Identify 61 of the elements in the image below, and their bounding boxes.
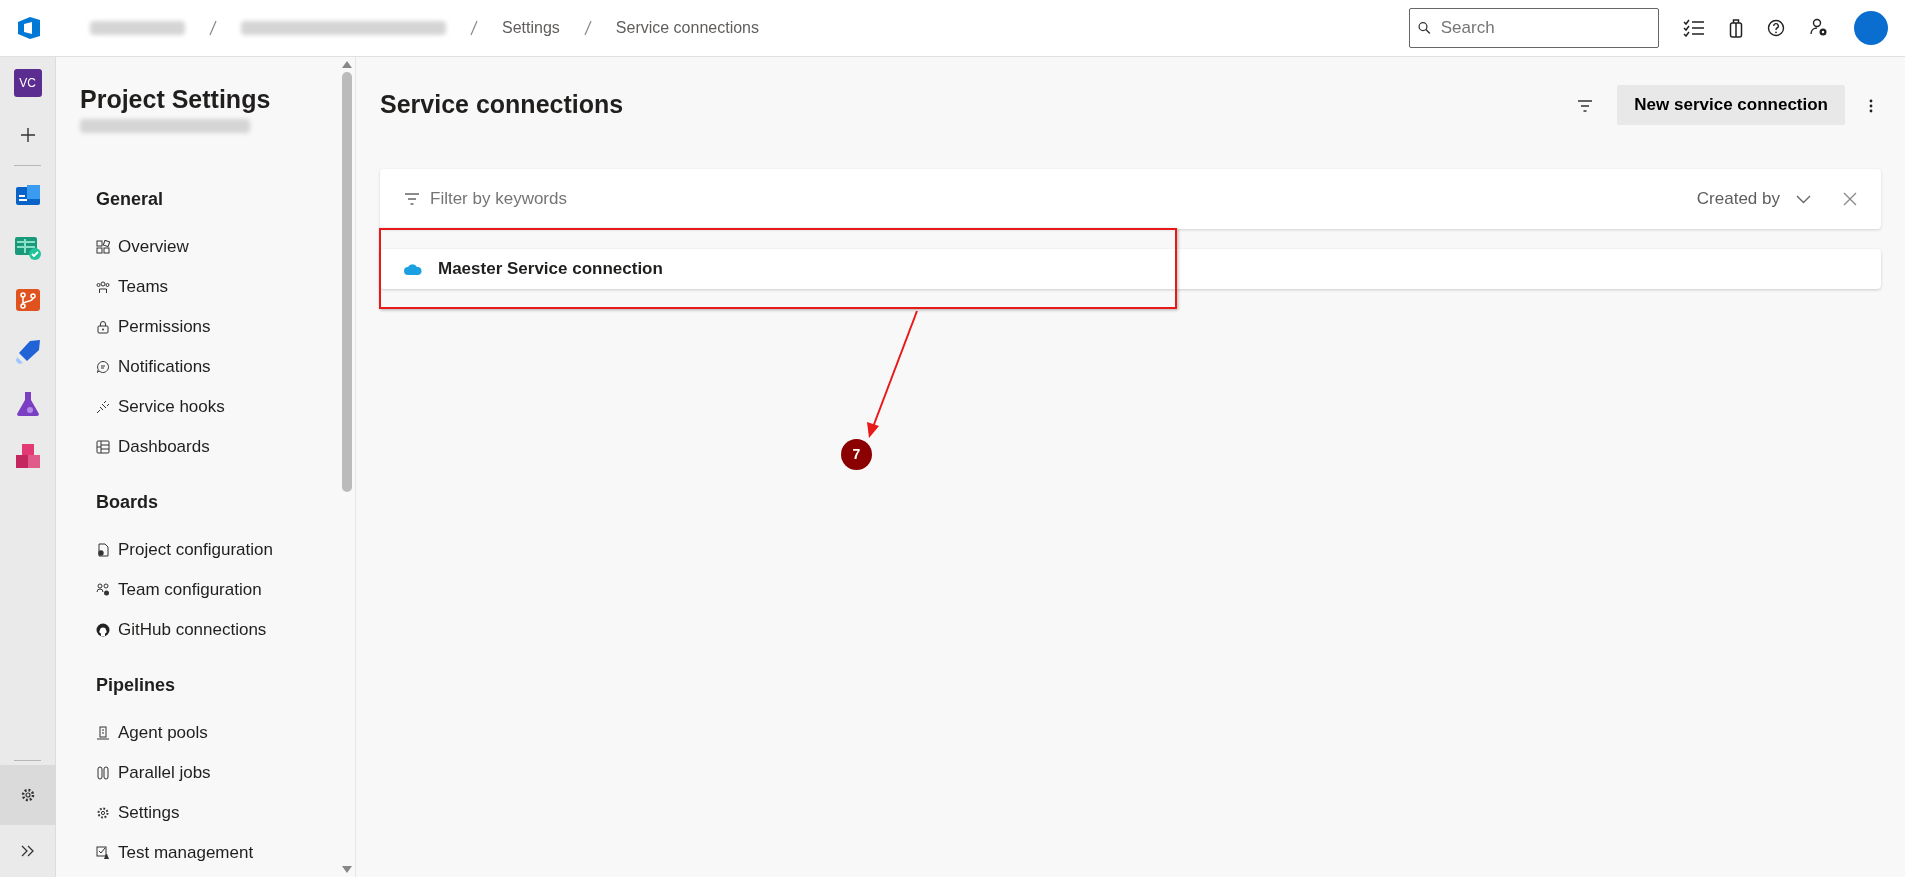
filter-icon[interactable] (1577, 99, 1594, 112)
sidebar-item[interactable]: Permissions (96, 306, 339, 347)
avatar[interactable] (1853, 10, 1889, 46)
document-gear-icon (96, 542, 110, 557)
overview-icon (96, 239, 110, 254)
filter-icon (404, 193, 420, 205)
separator-icon (583, 20, 592, 36)
sidebar-item[interactable]: Service hooks (96, 386, 339, 427)
cloud-icon (404, 263, 422, 275)
sidebar-item[interactable]: Parallel jobs (96, 752, 339, 793)
sidebar-item[interactable]: Agent pools (96, 712, 339, 753)
search-icon (1418, 21, 1431, 35)
sidebar-title: Project Settings (80, 84, 272, 115)
server-icon (96, 725, 110, 740)
sidebar-item[interactable]: GitHub connections (96, 609, 339, 650)
sidebar-heading: Boards (96, 490, 159, 514)
chat-icon (96, 359, 110, 374)
filter-input[interactable]: Filter by keywords (428, 185, 1689, 213)
checkbox-flask-icon (96, 845, 110, 860)
sidebar-item[interactable]: Notifications (96, 346, 339, 387)
sidebar-item[interactable]: Teams (96, 266, 339, 307)
sidebar-heading: General (96, 187, 165, 211)
more-icon[interactable] (1869, 98, 1873, 113)
step-number: 7 (841, 439, 872, 470)
sidebar-item[interactable]: Settings (96, 792, 339, 833)
settings-icon[interactable] (19, 787, 36, 803)
expand-icon[interactable] (20, 845, 35, 857)
project-badge[interactable]: VC (13, 69, 42, 97)
sidebar-item[interactable]: Team configuration (96, 569, 339, 610)
created-by-dropdown[interactable]: Created by (1696, 186, 1811, 212)
sidebar-item[interactable]: Overview (96, 226, 339, 267)
logo-icon[interactable] (16, 15, 42, 41)
connection-row[interactable]: Maester Service connection (380, 249, 1881, 289)
sidebar-item[interactable]: Project configuration (96, 529, 339, 570)
breadcrumb-link[interactable]: Settings (502, 16, 560, 40)
separator-icon (209, 20, 217, 36)
chevron-down-icon (1796, 194, 1811, 204)
filter-field[interactable]: Filter by keywords Created by (380, 169, 1881, 229)
user-settings-icon[interactable] (1809, 18, 1829, 38)
dashboard-icon (96, 439, 110, 454)
search-field[interactable]: Search (1409, 8, 1659, 48)
parallel-bars-icon (96, 765, 110, 780)
sidebar-item[interactable]: Test management (96, 832, 339, 873)
bag-icon[interactable] (1729, 18, 1743, 38)
sidebar-item[interactable]: Dashboards (96, 426, 339, 467)
separator-icon (470, 20, 478, 36)
close-icon[interactable] (1843, 192, 1857, 206)
people-gear-icon (96, 582, 110, 597)
scrollbar-thumb[interactable] (342, 72, 352, 492)
settings-icon (96, 805, 110, 820)
lock-icon (96, 319, 110, 334)
people-icon (96, 279, 110, 294)
breadcrumb-link[interactable]: Service connections (615, 16, 759, 40)
add-icon[interactable] (19, 127, 36, 143)
checklist-icon[interactable] (1683, 19, 1705, 37)
scroll-down-icon[interactable] (342, 866, 352, 873)
help-icon[interactable] (1767, 19, 1785, 37)
page-title: Service connections (380, 89, 624, 121)
new-service-connection-button[interactable]: New service connection (1617, 85, 1845, 125)
scroll-up-icon[interactable] (342, 61, 352, 68)
sidebar-heading: Pipelines (96, 673, 177, 697)
